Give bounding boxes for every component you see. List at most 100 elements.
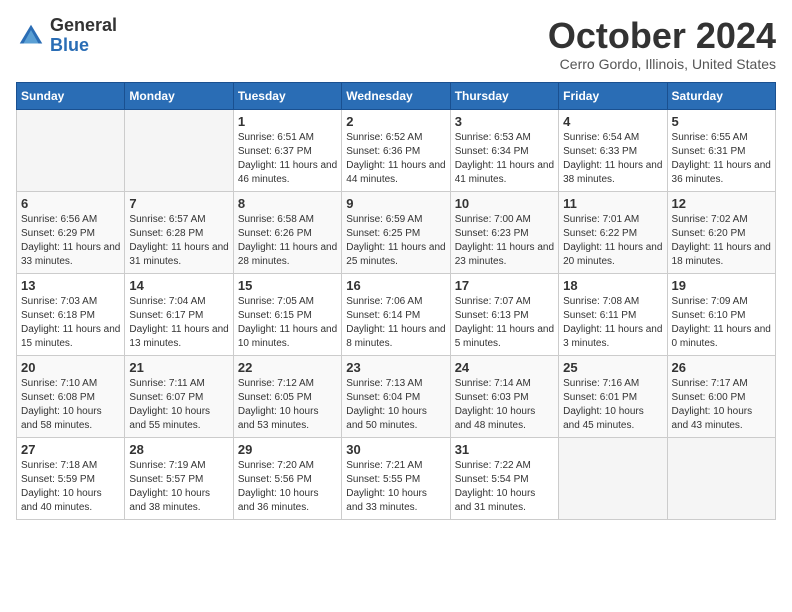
calendar-table: SundayMondayTuesdayWednesdayThursdayFrid… — [16, 82, 776, 520]
calendar-cell: 2 Sunrise: 6:52 AMSunset: 6:36 PMDaylight… — [342, 109, 450, 191]
calendar-cell — [559, 437, 667, 519]
calendar-cell: 11 Sunrise: 7:01 AMSunset: 6:22 PMDayligh… — [559, 191, 667, 273]
title-block: October 2024 Cerro Gordo, Illinois, Unit… — [548, 16, 776, 72]
day-number: 5 — [672, 114, 771, 129]
calendar-cell: 24 Sunrise: 7:14 AMSunset: 6:03 PMDayligh… — [450, 355, 558, 437]
calendar-cell — [667, 437, 775, 519]
day-info: Sunrise: 7:22 AMSunset: 5:54 PMDaylight:… — [455, 459, 554, 515]
day-number: 10 — [455, 196, 554, 211]
calendar-cell: 30 Sunrise: 7:21 AMSunset: 5:55 PMDayligh… — [342, 437, 450, 519]
day-info: Sunrise: 6:59 AMSunset: 6:25 PMDaylight:… — [346, 213, 445, 269]
day-info: Sunrise: 7:13 AMSunset: 6:04 PMDaylight:… — [346, 377, 445, 433]
calendar-week-row: 20 Sunrise: 7:10 AMSunset: 6:08 PMDayligh… — [17, 355, 776, 437]
calendar-cell: 23Sunrise: 7:13 AMSunset: 6:04 PMDayligh… — [342, 355, 450, 437]
day-number: 17 — [455, 278, 554, 293]
day-info: Sunrise: 6:51 AMSunset: 6:37 PMDaylight:… — [238, 131, 337, 187]
day-info: Sunrise: 7:00 AMSunset: 6:23 PMDaylight:… — [455, 213, 554, 269]
day-info: Sunrise: 7:10 AMSunset: 6:08 PMDaylight:… — [21, 377, 120, 433]
weekday-header-friday: Friday — [559, 82, 667, 109]
day-info: Sunrise: 6:54 AMSunset: 6:33 PMDaylight:… — [563, 131, 662, 187]
calendar-cell: 1 Sunrise: 6:51 AMSunset: 6:37 PMDaylight… — [233, 109, 341, 191]
calendar-cell: 28 Sunrise: 7:19 AMSunset: 5:57 PMDayligh… — [125, 437, 233, 519]
weekday-header-wednesday: Wednesday — [342, 82, 450, 109]
calendar-cell: 7Sunrise: 6:57 AMSunset: 6:28 PMDaylight… — [125, 191, 233, 273]
logo: General Blue — [16, 16, 117, 56]
calendar-cell: 9 Sunrise: 6:59 AMSunset: 6:25 PMDaylight… — [342, 191, 450, 273]
day-number: 30 — [346, 442, 445, 457]
day-info: Sunrise: 7:11 AMSunset: 6:07 PMDaylight:… — [129, 377, 228, 433]
day-info: Sunrise: 7:14 AMSunset: 6:03 PMDaylight:… — [455, 377, 554, 433]
day-info: Sunrise: 7:20 AMSunset: 5:56 PMDaylight:… — [238, 459, 337, 515]
month-title: October 2024 — [548, 16, 776, 56]
weekday-header-tuesday: Tuesday — [233, 82, 341, 109]
day-info: Sunrise: 7:17 AMSunset: 6:00 PMDaylight:… — [672, 377, 771, 433]
calendar-cell: 4 Sunrise: 6:54 AMSunset: 6:33 PMDaylight… — [559, 109, 667, 191]
day-number: 20 — [21, 360, 120, 375]
logo-general: General — [50, 16, 117, 36]
calendar-cell: 6 Sunrise: 6:56 AMSunset: 6:29 PMDaylight… — [17, 191, 125, 273]
calendar-cell: 13Sunrise: 7:03 AMSunset: 6:18 PMDayligh… — [17, 273, 125, 355]
day-number: 31 — [455, 442, 554, 457]
calendar-cell: 14 Sunrise: 7:04 AMSunset: 6:17 PMDayligh… — [125, 273, 233, 355]
location-subtitle: Cerro Gordo, Illinois, United States — [548, 56, 776, 72]
day-info: Sunrise: 6:55 AMSunset: 6:31 PMDaylight:… — [672, 131, 771, 187]
calendar-cell: 22 Sunrise: 7:12 AMSunset: 6:05 PMDayligh… — [233, 355, 341, 437]
day-info: Sunrise: 6:53 AMSunset: 6:34 PMDaylight:… — [455, 131, 554, 187]
day-info: Sunrise: 7:21 AMSunset: 5:55 PMDaylight:… — [346, 459, 445, 515]
day-number: 4 — [563, 114, 662, 129]
day-info: Sunrise: 7:02 AMSunset: 6:20 PMDaylight:… — [672, 213, 771, 269]
day-number: 6 — [21, 196, 120, 211]
day-number: 21 — [129, 360, 228, 375]
calendar-cell: 29 Sunrise: 7:20 AMSunset: 5:56 PMDayligh… — [233, 437, 341, 519]
day-info: Sunrise: 6:58 AMSunset: 6:26 PMDaylight:… — [238, 213, 337, 269]
day-number: 14 — [129, 278, 228, 293]
day-number: 2 — [346, 114, 445, 129]
day-info: Sunrise: 7:07 AMSunset: 6:13 PMDaylight:… — [455, 295, 554, 351]
day-number: 25 — [563, 360, 662, 375]
logo-icon — [16, 21, 46, 51]
calendar-cell: 27Sunrise: 7:18 AMSunset: 5:59 PMDayligh… — [17, 437, 125, 519]
calendar-cell: 25 Sunrise: 7:16 AMSunset: 6:01 PMDayligh… — [559, 355, 667, 437]
calendar-cell: 16Sunrise: 7:06 AMSunset: 6:14 PMDayligh… — [342, 273, 450, 355]
weekday-header-sunday: Sunday — [17, 82, 125, 109]
day-number: 7 — [129, 196, 228, 211]
calendar-week-row: 1 Sunrise: 6:51 AMSunset: 6:37 PMDaylight… — [17, 109, 776, 191]
calendar-cell: 31 Sunrise: 7:22 AMSunset: 5:54 PMDayligh… — [450, 437, 558, 519]
day-info: Sunrise: 7:09 AMSunset: 6:10 PMDaylight:… — [672, 295, 771, 351]
day-number: 18 — [563, 278, 662, 293]
logo-text: General Blue — [50, 16, 117, 56]
calendar-cell: 15Sunrise: 7:05 AMSunset: 6:15 PMDayligh… — [233, 273, 341, 355]
day-info: Sunrise: 7:04 AMSunset: 6:17 PMDaylight:… — [129, 295, 228, 351]
calendar-cell: 3Sunrise: 6:53 AMSunset: 6:34 PMDaylight… — [450, 109, 558, 191]
day-number: 1 — [238, 114, 337, 129]
day-number: 28 — [129, 442, 228, 457]
day-info: Sunrise: 6:52 AMSunset: 6:36 PMDaylight:… — [346, 131, 445, 187]
day-number: 19 — [672, 278, 771, 293]
day-number: 29 — [238, 442, 337, 457]
day-info: Sunrise: 7:08 AMSunset: 6:11 PMDaylight:… — [563, 295, 662, 351]
calendar-cell: 5 Sunrise: 6:55 AMSunset: 6:31 PMDaylight… — [667, 109, 775, 191]
calendar-cell: 20 Sunrise: 7:10 AMSunset: 6:08 PMDayligh… — [17, 355, 125, 437]
weekday-header-saturday: Saturday — [667, 82, 775, 109]
calendar-cell: 19 Sunrise: 7:09 AMSunset: 6:10 PMDayligh… — [667, 273, 775, 355]
weekday-header-thursday: Thursday — [450, 82, 558, 109]
day-number: 9 — [346, 196, 445, 211]
day-info: Sunrise: 7:16 AMSunset: 6:01 PMDaylight:… — [563, 377, 662, 433]
day-number: 22 — [238, 360, 337, 375]
day-number: 12 — [672, 196, 771, 211]
day-info: Sunrise: 7:12 AMSunset: 6:05 PMDaylight:… — [238, 377, 337, 433]
calendar-cell: 8Sunrise: 6:58 AMSunset: 6:26 PMDaylight… — [233, 191, 341, 273]
day-number: 24 — [455, 360, 554, 375]
day-number: 16 — [346, 278, 445, 293]
calendar-week-row: 13Sunrise: 7:03 AMSunset: 6:18 PMDayligh… — [17, 273, 776, 355]
calendar-cell: 12 Sunrise: 7:02 AMSunset: 6:20 PMDayligh… — [667, 191, 775, 273]
calendar-cell — [125, 109, 233, 191]
calendar-week-row: 6 Sunrise: 6:56 AMSunset: 6:29 PMDaylight… — [17, 191, 776, 273]
day-info: Sunrise: 7:05 AMSunset: 6:15 PMDaylight:… — [238, 295, 337, 351]
day-info: Sunrise: 7:01 AMSunset: 6:22 PMDaylight:… — [563, 213, 662, 269]
day-info: Sunrise: 6:56 AMSunset: 6:29 PMDaylight:… — [21, 213, 120, 269]
page-header: General Blue October 2024 Cerro Gordo, I… — [16, 16, 776, 72]
day-info: Sunrise: 7:19 AMSunset: 5:57 PMDaylight:… — [129, 459, 228, 515]
calendar-cell: 17 Sunrise: 7:07 AMSunset: 6:13 PMDayligh… — [450, 273, 558, 355]
day-number: 11 — [563, 196, 662, 211]
